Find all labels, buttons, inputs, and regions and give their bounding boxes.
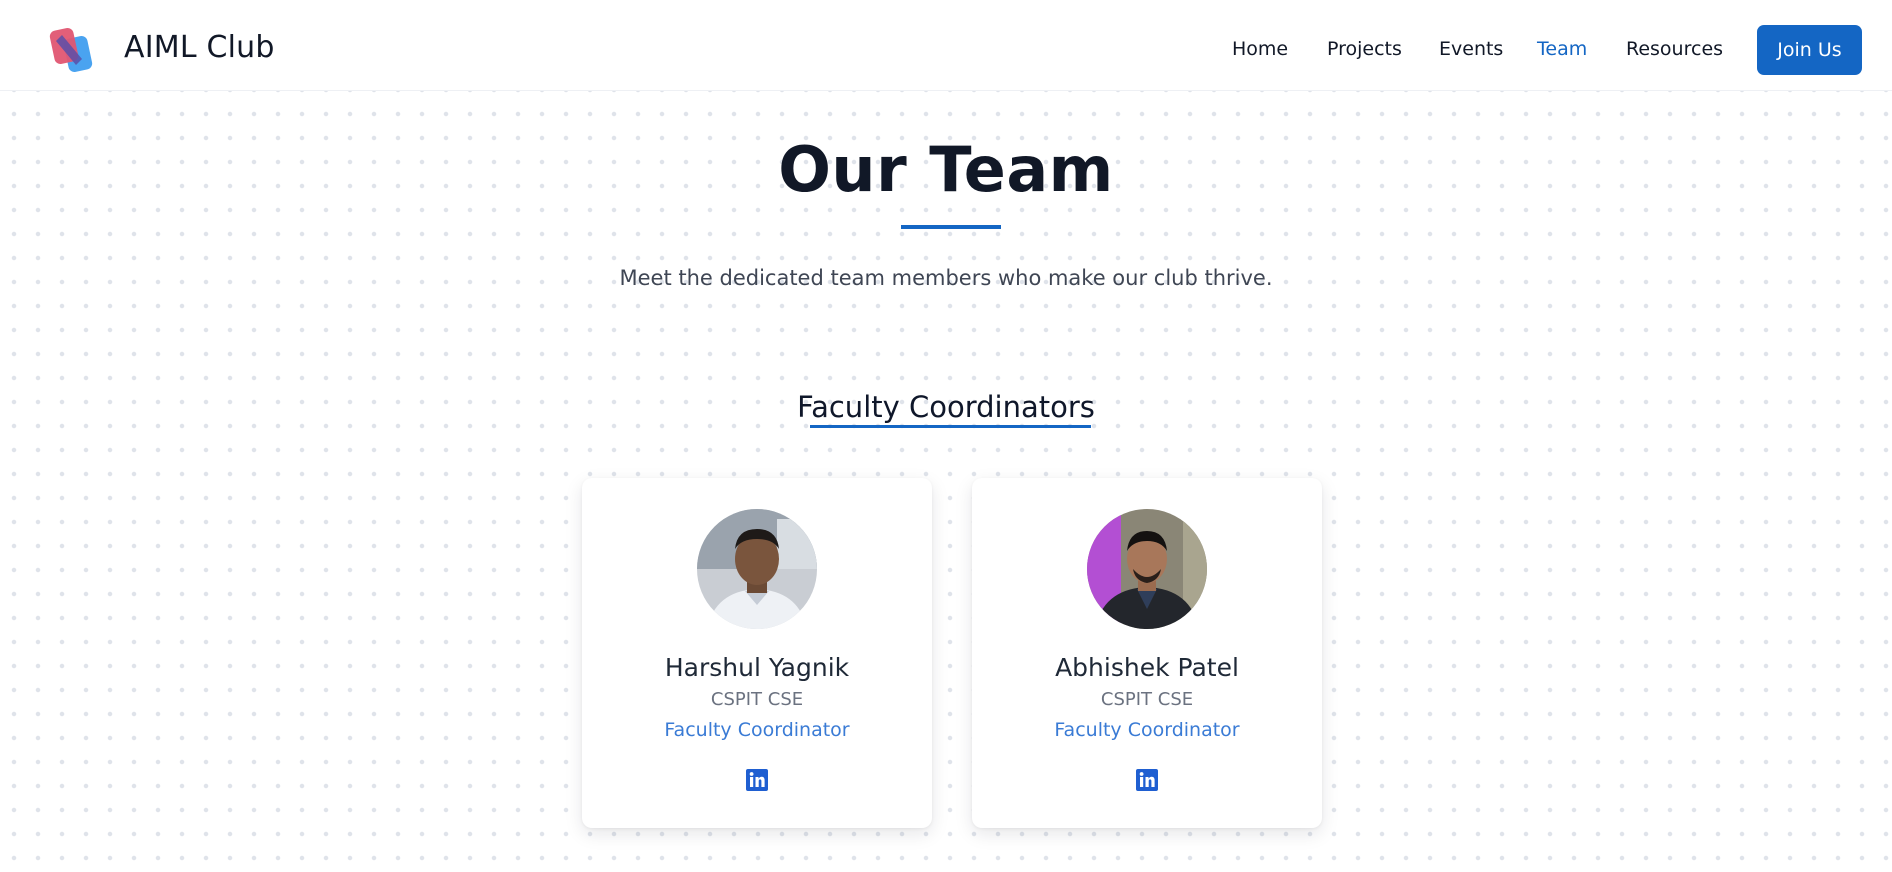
join-us-button[interactable]: Join Us <box>1757 25 1862 75</box>
nav-projects[interactable]: Projects <box>1327 38 1402 60</box>
member-role: Faculty Coordinator <box>664 719 850 741</box>
linkedin-icon[interactable] <box>746 769 768 791</box>
brand-name[interactable]: AIML Club <box>124 30 275 65</box>
linkedin-icon[interactable] <box>1136 769 1158 791</box>
member-role: Faculty Coordinator <box>1054 719 1240 741</box>
member-photo <box>697 509 817 629</box>
page-title: Our Team <box>778 133 1114 206</box>
section-underline <box>810 425 1091 428</box>
nav-resources[interactable]: Resources <box>1626 38 1723 60</box>
member-department: CSPIT CSE <box>1100 689 1194 710</box>
nav-team[interactable]: Team <box>1537 38 1587 60</box>
nav-home[interactable]: Home <box>1232 38 1288 60</box>
aiml-club-logo-icon[interactable] <box>48 25 96 77</box>
page-subtitle: Meet the dedicated team members who make… <box>619 266 1273 290</box>
nav-events[interactable]: Events <box>1439 38 1503 60</box>
title-underline <box>901 225 1001 229</box>
member-name: Harshul Yagnik <box>664 653 850 682</box>
team-member-card: Abhishek Patel CSPIT CSE Faculty Coordin… <box>972 478 1322 828</box>
member-department: CSPIT CSE <box>710 689 804 710</box>
section-title: Faculty Coordinators <box>797 390 1095 424</box>
team-member-card: Harshul Yagnik CSPIT CSE Faculty Coordin… <box>582 478 932 828</box>
member-name: Abhishek Patel <box>1055 653 1239 682</box>
top-navbar: AIML Club Home Projects Events Team Reso… <box>0 0 1892 91</box>
member-photo <box>1087 509 1207 629</box>
